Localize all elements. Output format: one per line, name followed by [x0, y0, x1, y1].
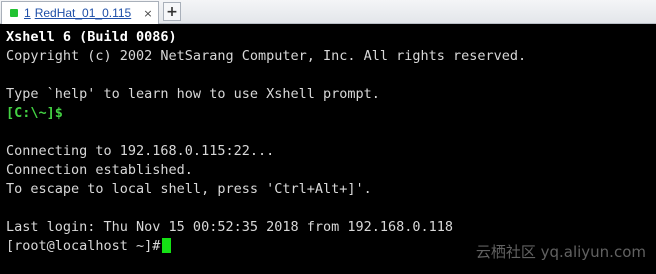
tab-index: 1 — [24, 6, 31, 20]
shell-prompt: [root@localhost ~]# — [6, 238, 161, 254]
text-cursor — [162, 238, 172, 253]
terminal-line: Xshell 6 (Build 0086) — [6, 29, 177, 45]
tab-title: RedHat_01_0.115 — [34, 6, 132, 20]
local-prompt: [C:\~]$ — [6, 105, 63, 121]
terminal-line: Copyright (c) 2002 NetSarang Computer, I… — [6, 48, 527, 64]
terminal-line: Connecting to 192.168.0.115:22... — [6, 143, 275, 159]
tab-bar: 1 RedHat_01_0.115 × + — [0, 0, 656, 24]
terminal-line: Connection established. — [6, 162, 193, 178]
terminal-line: To escape to local shell, press 'Ctrl+Al… — [6, 181, 372, 197]
connected-status-icon — [10, 9, 18, 17]
close-icon[interactable]: × — [142, 7, 154, 20]
session-tab[interactable]: 1 RedHat_01_0.115 × — [1, 1, 159, 24]
terminal-line: Last login: Thu Nov 15 00:52:35 2018 fro… — [6, 219, 454, 235]
terminal-output[interactable]: Xshell 6 (Build 0086) Copyright (c) 2002… — [0, 24, 656, 274]
new-tab-button[interactable]: + — [163, 2, 181, 21]
watermark: 云栖社区 yq.aliyun.com — [475, 243, 646, 261]
terminal-line: Type `help' to learn how to use Xshell p… — [6, 86, 380, 102]
xshell-window: 1 RedHat_01_0.115 × + Xshell 6 (Build 00… — [0, 0, 656, 274]
